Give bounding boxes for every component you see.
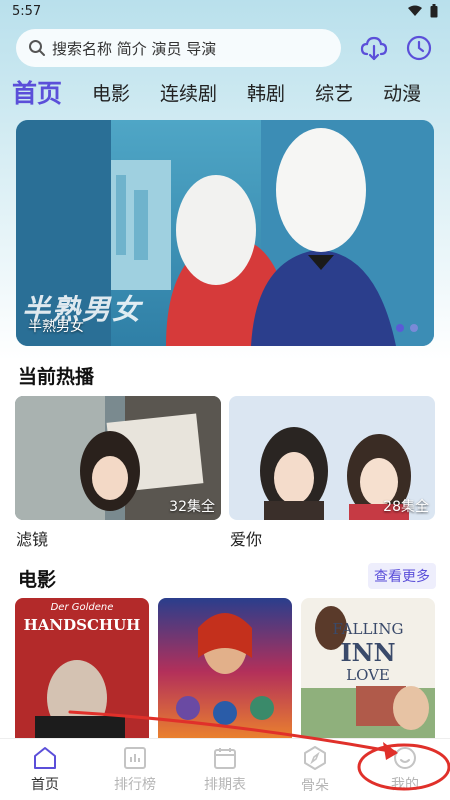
movie-poster-line2: HANDSCHUH bbox=[23, 616, 141, 634]
tab-kdrama[interactable]: 韩剧 bbox=[247, 79, 285, 106]
movie-poster-line1: Der Goldene bbox=[50, 602, 114, 613]
nav-label: 骨朵 bbox=[301, 777, 329, 794]
banner-pagination bbox=[396, 324, 418, 332]
nav-label: 首页 bbox=[31, 776, 59, 793]
movie-poster-card[interactable] bbox=[158, 598, 292, 746]
hero-banner[interactable]: 半熟男女 半熟男女 bbox=[16, 120, 434, 346]
nav-ranking[interactable]: 排行榜 bbox=[95, 746, 175, 794]
search-input[interactable]: 搜索名称 简介 演员 导演 bbox=[16, 29, 341, 67]
banner-dot-active[interactable] bbox=[396, 324, 404, 332]
bottom-nav: 首页 排行榜 排期表 骨朵 我的 bbox=[0, 738, 450, 800]
status-bar: 5:57 bbox=[0, 0, 450, 22]
search-row: 搜索名称 简介 演员 导演 bbox=[16, 28, 436, 68]
hot-card[interactable]: 28集全 bbox=[229, 396, 435, 520]
episode-badge: 32集全 bbox=[169, 499, 215, 515]
cloud-download-icon[interactable] bbox=[359, 33, 389, 63]
battery-icon bbox=[430, 4, 438, 18]
tab-variety[interactable]: 综艺 bbox=[315, 79, 353, 106]
calendar-icon bbox=[214, 747, 236, 769]
nav-label: 排行榜 bbox=[114, 776, 156, 793]
compass-icon bbox=[304, 745, 326, 770]
episode-badge: 28集全 bbox=[383, 499, 429, 515]
nav-home[interactable]: 首页 bbox=[5, 746, 85, 794]
hot-card-title[interactable]: 爱你 bbox=[230, 526, 262, 550]
home-icon bbox=[34, 746, 56, 769]
status-icons bbox=[408, 4, 438, 18]
movie-section-title: 电影 bbox=[18, 569, 57, 591]
search-icon bbox=[29, 40, 45, 56]
hot-card[interactable]: 32集全 bbox=[15, 396, 221, 520]
search-placeholder: 搜索名称 简介 演员 导演 bbox=[52, 39, 217, 58]
smile-icon bbox=[394, 746, 416, 769]
wifi-icon bbox=[408, 5, 422, 16]
nav-label: 排期表 bbox=[204, 776, 246, 793]
nav-schedule[interactable]: 排期表 bbox=[185, 746, 265, 794]
hot-section-title: 当前热播 bbox=[18, 366, 95, 388]
movie-poster-card[interactable]: FALLING INN LOVE bbox=[301, 598, 435, 746]
banner-dot[interactable] bbox=[410, 324, 418, 332]
category-tabs: 首页 电影 连续剧 韩剧 综艺 动漫 bbox=[12, 74, 450, 110]
movie-poster-line3: LOVE bbox=[346, 666, 390, 684]
movie-poster-line2: INN bbox=[340, 638, 396, 667]
movie-poster-line1: FALLING bbox=[332, 620, 404, 638]
chart-icon bbox=[124, 746, 146, 769]
movie-poster bbox=[158, 598, 292, 746]
hot-card-title[interactable]: 滤镜 bbox=[16, 526, 48, 550]
status-time: 5:57 bbox=[12, 3, 42, 19]
banner-caption: 半熟男女 bbox=[28, 319, 84, 335]
nav-profile[interactable]: 我的 bbox=[365, 746, 445, 794]
view-more-button[interactable]: 查看更多 bbox=[368, 563, 436, 589]
history-clock-icon[interactable] bbox=[405, 34, 433, 62]
tab-home[interactable]: 首页 bbox=[12, 74, 62, 110]
tab-anime[interactable]: 动漫 bbox=[383, 79, 421, 106]
nav-discover[interactable]: 骨朵 bbox=[275, 745, 355, 795]
nav-label: 我的 bbox=[391, 776, 419, 793]
movie-poster-card[interactable]: Der Goldene HANDSCHUH bbox=[15, 598, 149, 746]
tab-movie[interactable]: 电影 bbox=[92, 79, 130, 106]
tab-series[interactable]: 连续剧 bbox=[160, 79, 217, 106]
